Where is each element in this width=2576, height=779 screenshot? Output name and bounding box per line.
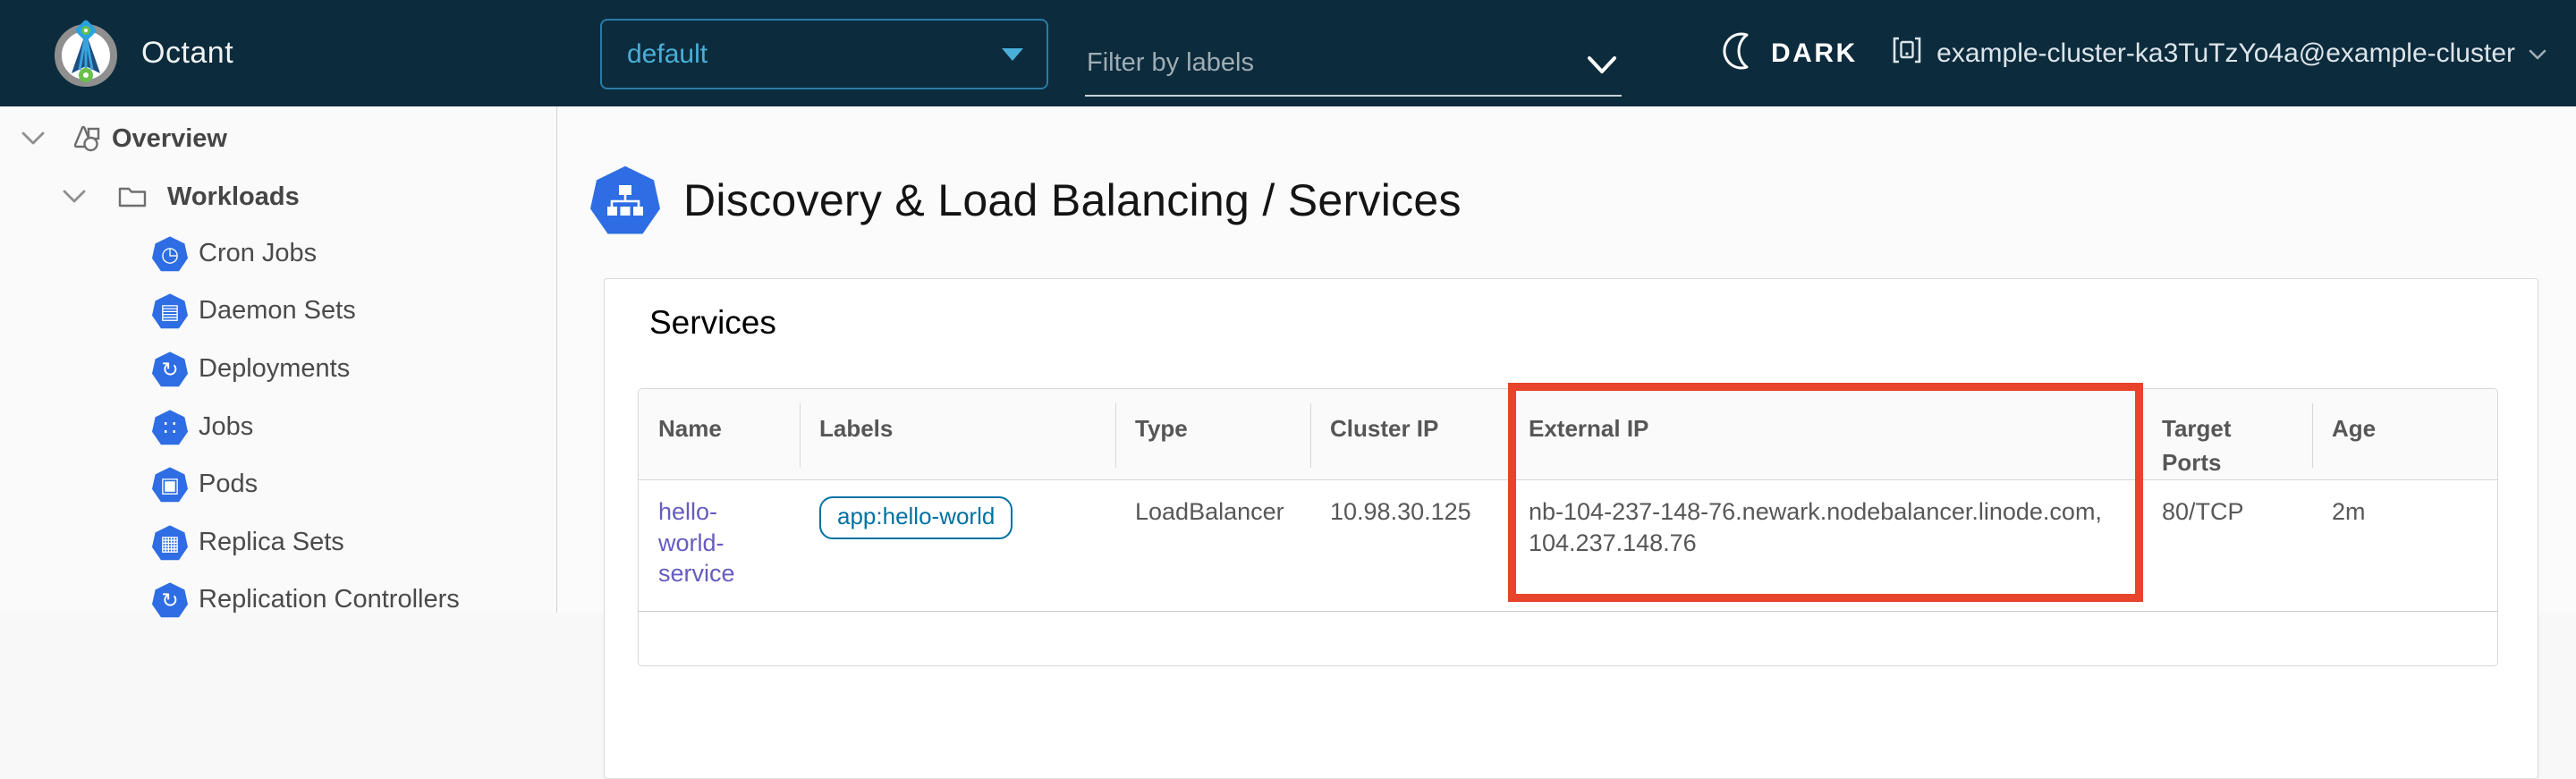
sidebar-item-replication-controllers[interactable]: ↻ Replication Controllers (0, 571, 556, 628)
objects-icon (68, 121, 104, 157)
services-table: Name Labels Type Cluster IP External IP … (638, 388, 2498, 666)
column-header-target-ports: Target Ports (2142, 389, 2312, 480)
column-header-cluster-ip: Cluster IP (1310, 389, 1509, 480)
octant-app: { "topbar": { "app_title": "Octant", "na… (0, 0, 2576, 613)
namespace-selected-value: default (627, 21, 708, 88)
sidebar-item-pods[interactable]: ▣ Pods (0, 455, 556, 512)
cell-cluster-ip: 10.98.30.125 (1310, 480, 1509, 612)
sidebar-item-label: Jobs (199, 412, 253, 442)
octant-logo (50, 18, 122, 89)
sidebar-item-jobs[interactable]: ∷ Jobs (0, 398, 556, 455)
sidebar-item-workloads[interactable]: Workloads (0, 168, 556, 225)
context-selector[interactable]: example-cluster-ka3TuTzYo4a@example-clus… (1890, 0, 2547, 106)
label-badge: app:hello-world (819, 496, 1013, 538)
column-header-age: Age (2312, 389, 2497, 480)
sidebar-item-overview[interactable]: Overview (0, 110, 556, 167)
sidebar-item-label: Workloads (167, 182, 300, 212)
column-header-name: Name (639, 389, 800, 480)
sidebar-item-label: Overview (112, 124, 227, 154)
replica-sets-icon: ▦ (152, 525, 188, 561)
replication-controllers-icon: ↻ (152, 582, 188, 618)
services-card: Services Name Labels Type Cluster IP Ext… (604, 278, 2538, 779)
table-row-partial (639, 612, 2497, 665)
jobs-icon: ∷ (152, 410, 188, 445)
topbar: Octant default DARK example-cluster-ka3T… (0, 0, 2576, 106)
namespace-dropdown[interactable]: default (600, 19, 1048, 89)
cell-external-ip: nb-104-237-148-76.newark.nodebalancer.li… (1509, 480, 2142, 612)
table-header-row: Name Labels Type Cluster IP External IP … (639, 389, 2497, 480)
label-filter-chevron-icon[interactable] (1584, 54, 1620, 77)
deployments-icon: ↻ (152, 351, 188, 387)
table-row: hello-world-service app:hello-world Load… (639, 480, 2497, 612)
service-link[interactable]: hello-world-service (658, 498, 735, 587)
cell-type: LoadBalancer (1115, 480, 1310, 612)
cluster-context-icon (1890, 33, 1924, 74)
sidebar-item-daemon-sets[interactable]: ▤ Daemon Sets (0, 282, 556, 339)
cell-age: 2m (2312, 480, 2497, 612)
page-heading: Discovery & Load Balancing / Services (590, 165, 1462, 235)
cell-labels: app:hello-world (800, 480, 1115, 612)
daemon-sets-icon: ▤ (152, 293, 188, 329)
cell-name: hello-world-service (639, 480, 800, 612)
app-title: Octant (141, 0, 233, 106)
namespace-caret-icon (1002, 48, 1023, 61)
sidebar-item-label: Replica Sets (199, 528, 344, 557)
theme-toggle-button[interactable]: DARK (1723, 0, 1858, 106)
sidebar-item-deployments[interactable]: ↻ Deployments (0, 340, 556, 397)
column-header-external-ip: External IP (1509, 389, 2142, 480)
sidebar-item-label: Daemon Sets (199, 296, 356, 326)
theme-toggle-label: DARK (1771, 38, 1858, 69)
column-header-labels: Labels (800, 389, 1115, 480)
pods-icon: ▣ (152, 467, 188, 503)
sidebar-item-label: Deployments (199, 354, 350, 384)
services-icon (590, 165, 660, 235)
sidebar-item-replica-sets[interactable]: ▦ Replica Sets (0, 513, 556, 571)
moon-icon (1723, 31, 1758, 75)
overview-collapse-chevron-icon[interactable] (20, 130, 47, 148)
sidebar-item-label: Cron Jobs (199, 239, 317, 268)
cell-target-ports: 80/TCP (2142, 480, 2312, 612)
label-filter (1085, 34, 1622, 97)
column-header-type: Type (1115, 389, 1310, 480)
context-chevron-icon (2528, 38, 2547, 69)
card-title: Services (649, 304, 776, 342)
sidebar-item-cron-jobs[interactable]: ◷ Cron Jobs (0, 224, 556, 282)
sidebar-item-label: Replication Controllers (199, 585, 460, 614)
context-selector-label: example-cluster-ka3TuTzYo4a@example-clus… (1936, 38, 2515, 69)
cron-jobs-icon: ◷ (152, 236, 188, 272)
label-filter-input[interactable] (1085, 34, 1559, 78)
sidebar-nav: Overview Workloads ◷ Cron Jobs ▤ Daemon … (0, 106, 557, 613)
page-title: Discovery & Load Balancing / Services (683, 174, 1462, 226)
sidebar-item-label: Pods (199, 470, 258, 499)
workloads-collapse-chevron-icon[interactable] (61, 188, 88, 206)
folder-icon (114, 179, 150, 215)
